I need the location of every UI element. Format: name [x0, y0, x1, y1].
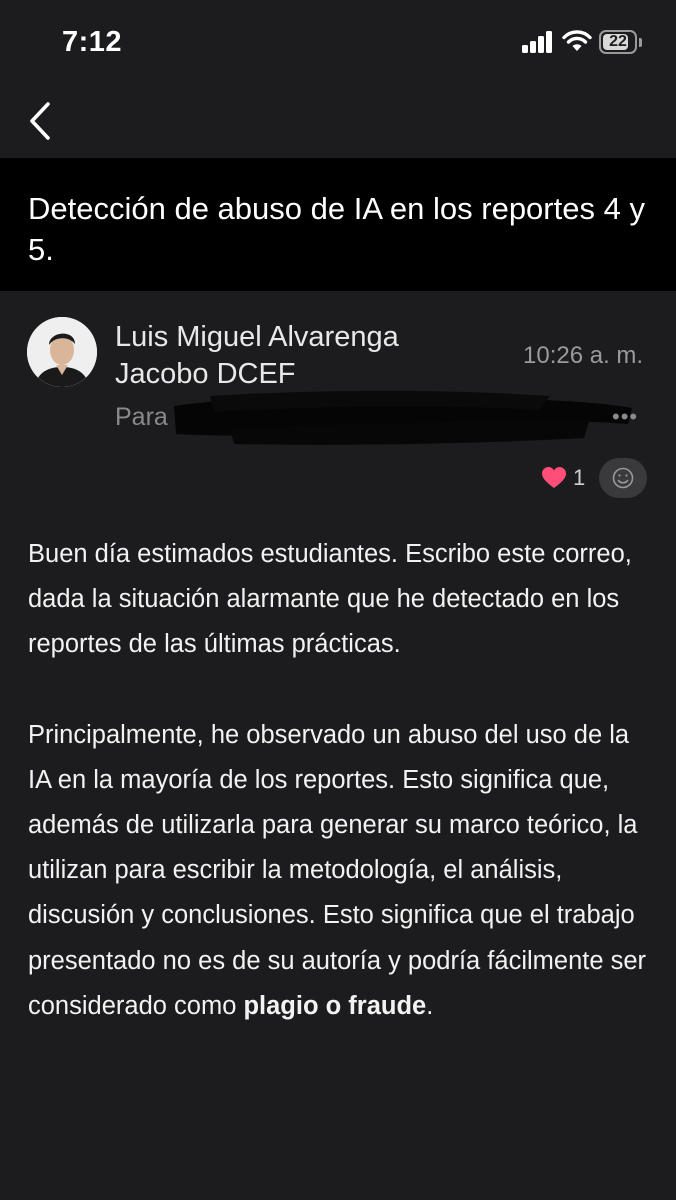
email-subject: Detección de abuso de IA en los reportes…: [28, 191, 645, 267]
body-paragraph-2: Principalmente, he observado un abuso de…: [28, 713, 658, 1029]
email-body: Buen día estimados estudiantes. Escribo …: [28, 532, 658, 1029]
cellular-signal-icon: [522, 31, 554, 53]
avatar-photo-icon: [27, 317, 97, 387]
wifi-icon: [562, 30, 592, 51]
status-bar: 7:12 22: [0, 0, 676, 88]
back-chevron-icon[interactable]: [26, 96, 66, 146]
body-emphasis: plagio o fraude: [243, 991, 427, 1020]
battery-icon: 22: [599, 30, 637, 54]
sender-avatar[interactable]: [27, 317, 97, 387]
body-paragraph-2-text: Principalmente, he observado un abuso de…: [28, 720, 647, 1020]
status-time: 7:12: [62, 26, 123, 58]
battery-level: 22: [609, 33, 627, 50]
email-timestamp: 10:26 a. m.: [523, 342, 644, 369]
subject-bar: Detección de abuso de IA en los reportes…: [0, 158, 676, 291]
sender-name[interactable]: Luis Miguel Alvarenga Jacobo DCEF: [115, 319, 475, 393]
smiley-icon: [612, 467, 634, 489]
heart-icon: [542, 467, 566, 488]
reaction-badge[interactable]: 1: [541, 462, 585, 494]
more-options-icon[interactable]: •••: [612, 404, 638, 430]
reaction-count: 1: [573, 465, 586, 490]
recipients-label[interactable]: Para: [115, 403, 168, 432]
body-paragraph-1: Buen día estimados estudiantes. Escribo …: [28, 540, 632, 659]
add-reaction-button[interactable]: [599, 458, 647, 498]
recipients-redaction: [174, 390, 632, 445]
body-paragraph-2-end: .: [426, 991, 434, 1020]
battery-cap: [639, 38, 642, 47]
